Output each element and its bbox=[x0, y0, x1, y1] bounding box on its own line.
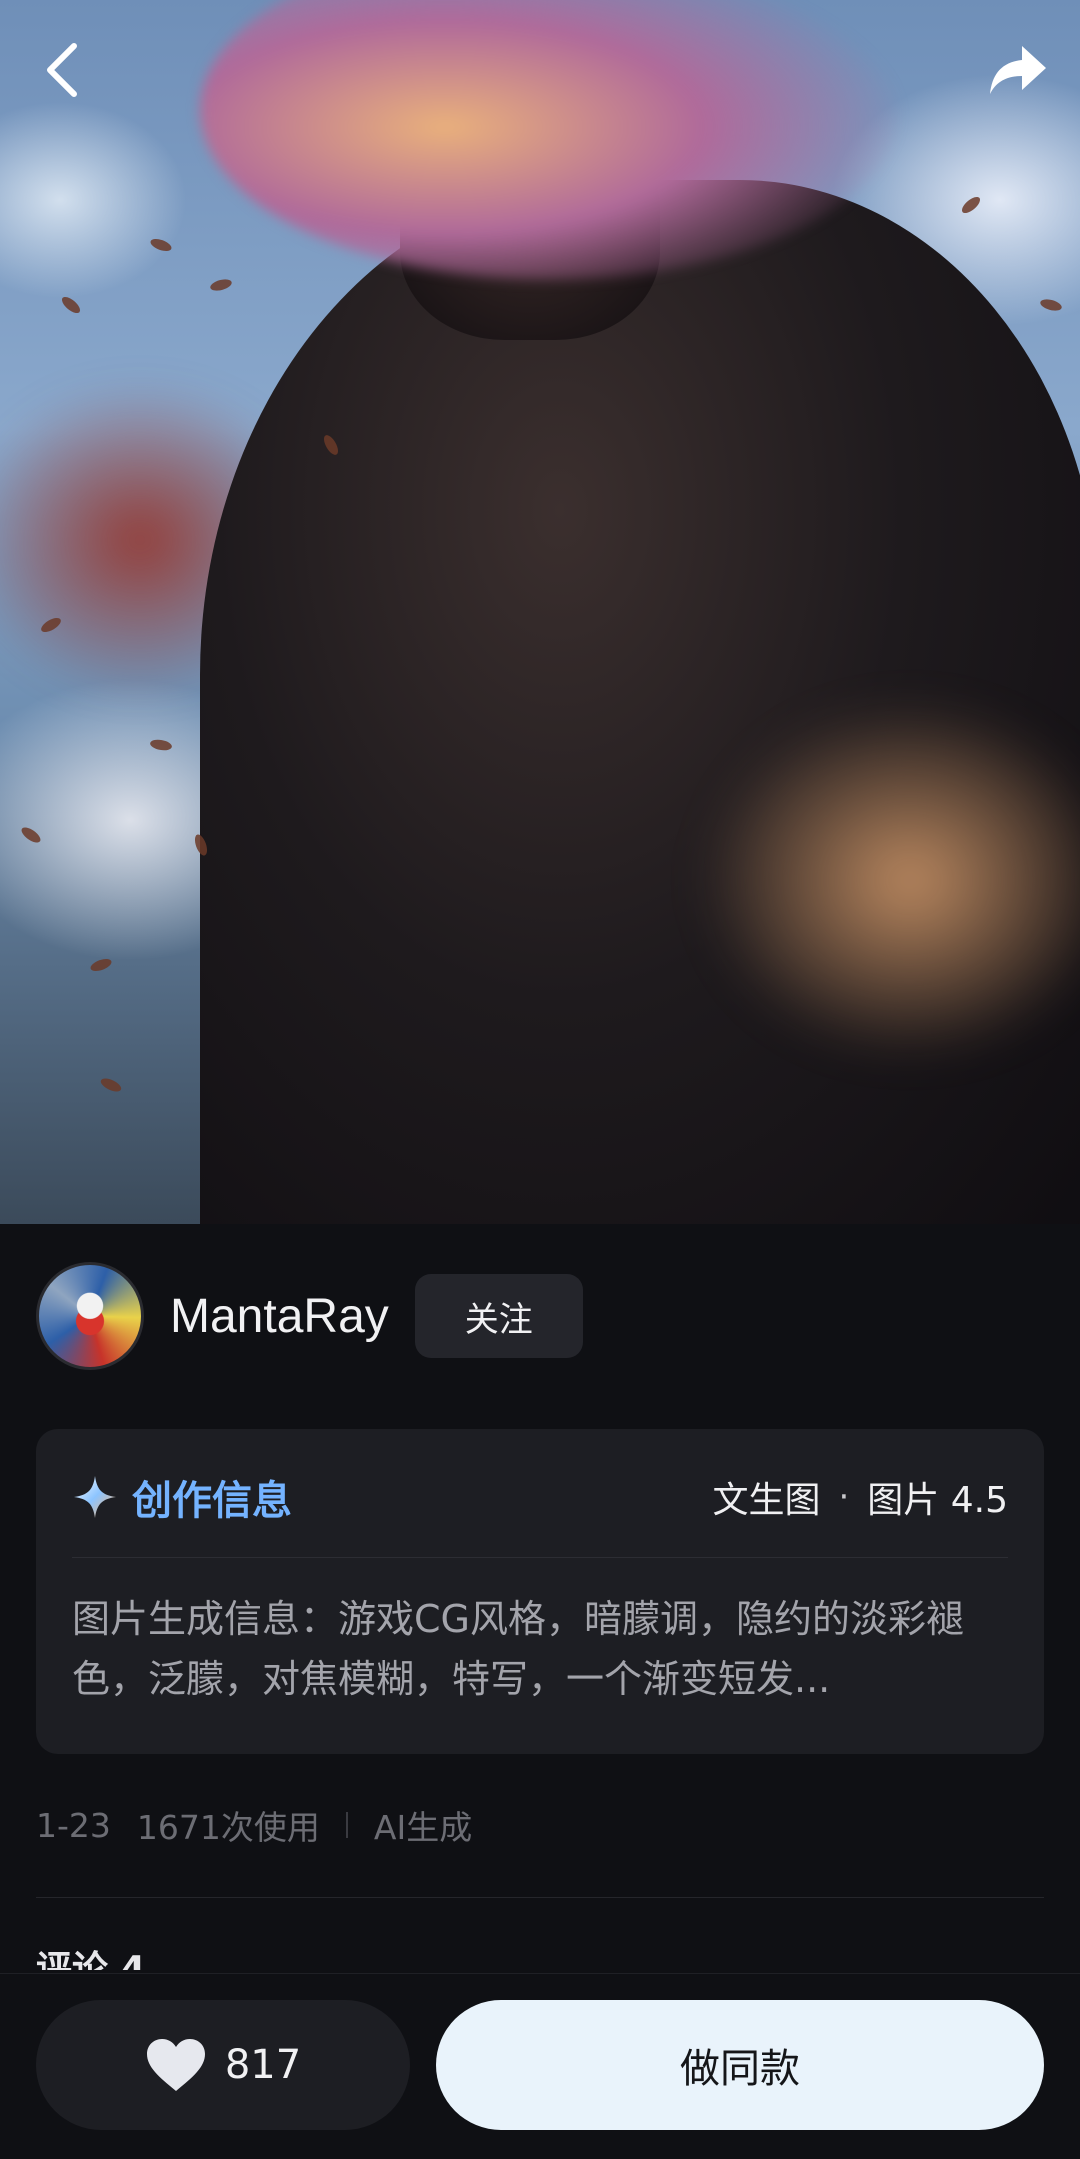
comments-heading: 评论 4 bbox=[36, 1950, 146, 1970]
creation-info-card[interactable]: 创作信息 文生图 · 图片 4.5 图片生成信息：游戏CG风格，暗朦调，隐约的淡… bbox=[36, 1429, 1044, 1754]
falling-leaf bbox=[98, 1075, 124, 1095]
falling-leaf bbox=[19, 824, 43, 846]
section-divider bbox=[36, 1897, 1044, 1898]
falling-leaf bbox=[59, 294, 83, 316]
make-same-button[interactable]: 做同款 bbox=[436, 2000, 1044, 2130]
like-button[interactable]: 817 bbox=[36, 2000, 410, 2130]
prompt-description: 图片生成信息：游戏CG风格，暗朦调，隐约的淡彩褪色，泛朦，对焦模糊，特写，一个渐… bbox=[72, 1597, 964, 1701]
model-version: 图片 4.5 bbox=[867, 1480, 1008, 1521]
hero-image[interactable] bbox=[0, 0, 1080, 1224]
heart-icon bbox=[146, 2039, 205, 2091]
falling-leaf bbox=[149, 738, 173, 752]
card-divider bbox=[72, 1557, 1008, 1558]
follow-button[interactable]: 关注 bbox=[414, 1274, 583, 1358]
bottom-action-bar: 817 做同款 bbox=[0, 1973, 1080, 2159]
share-arrow-icon bbox=[990, 46, 1046, 94]
author-name[interactable]: MantaRay bbox=[170, 1289, 389, 1344]
chevron-left-icon bbox=[47, 43, 77, 97]
falling-leaf bbox=[959, 194, 983, 216]
ai-generated-tag: AI生成 bbox=[373, 1808, 473, 1847]
falling-leaf bbox=[1039, 297, 1063, 313]
like-count: 817 bbox=[224, 2042, 302, 2088]
card-header: 创作信息 文生图 · 图片 4.5 bbox=[72, 1467, 1008, 1527]
card-title: 创作信息 bbox=[132, 1478, 292, 1524]
post-date: 1-23 bbox=[36, 1805, 111, 1845]
back-button[interactable] bbox=[22, 30, 102, 110]
avatar[interactable] bbox=[36, 1262, 144, 1370]
stats-separator bbox=[345, 1812, 348, 1838]
post-stats: 1-23 1671次使用 AI生成 bbox=[36, 1800, 472, 1850]
share-button[interactable] bbox=[978, 30, 1058, 110]
falling-leaf bbox=[148, 236, 174, 254]
generation-mode: 文生图 bbox=[712, 1480, 821, 1521]
falling-leaf bbox=[209, 277, 233, 293]
sparkle-icon bbox=[74, 1476, 116, 1518]
falling-leaf bbox=[88, 956, 114, 974]
card-meta: 文生图 · 图片 4.5 bbox=[712, 1471, 1008, 1523]
author-row: MantaRay 关注 bbox=[36, 1262, 583, 1370]
meta-separator: · bbox=[838, 1477, 850, 1517]
usage-count: 1671次使用 bbox=[136, 1808, 320, 1847]
